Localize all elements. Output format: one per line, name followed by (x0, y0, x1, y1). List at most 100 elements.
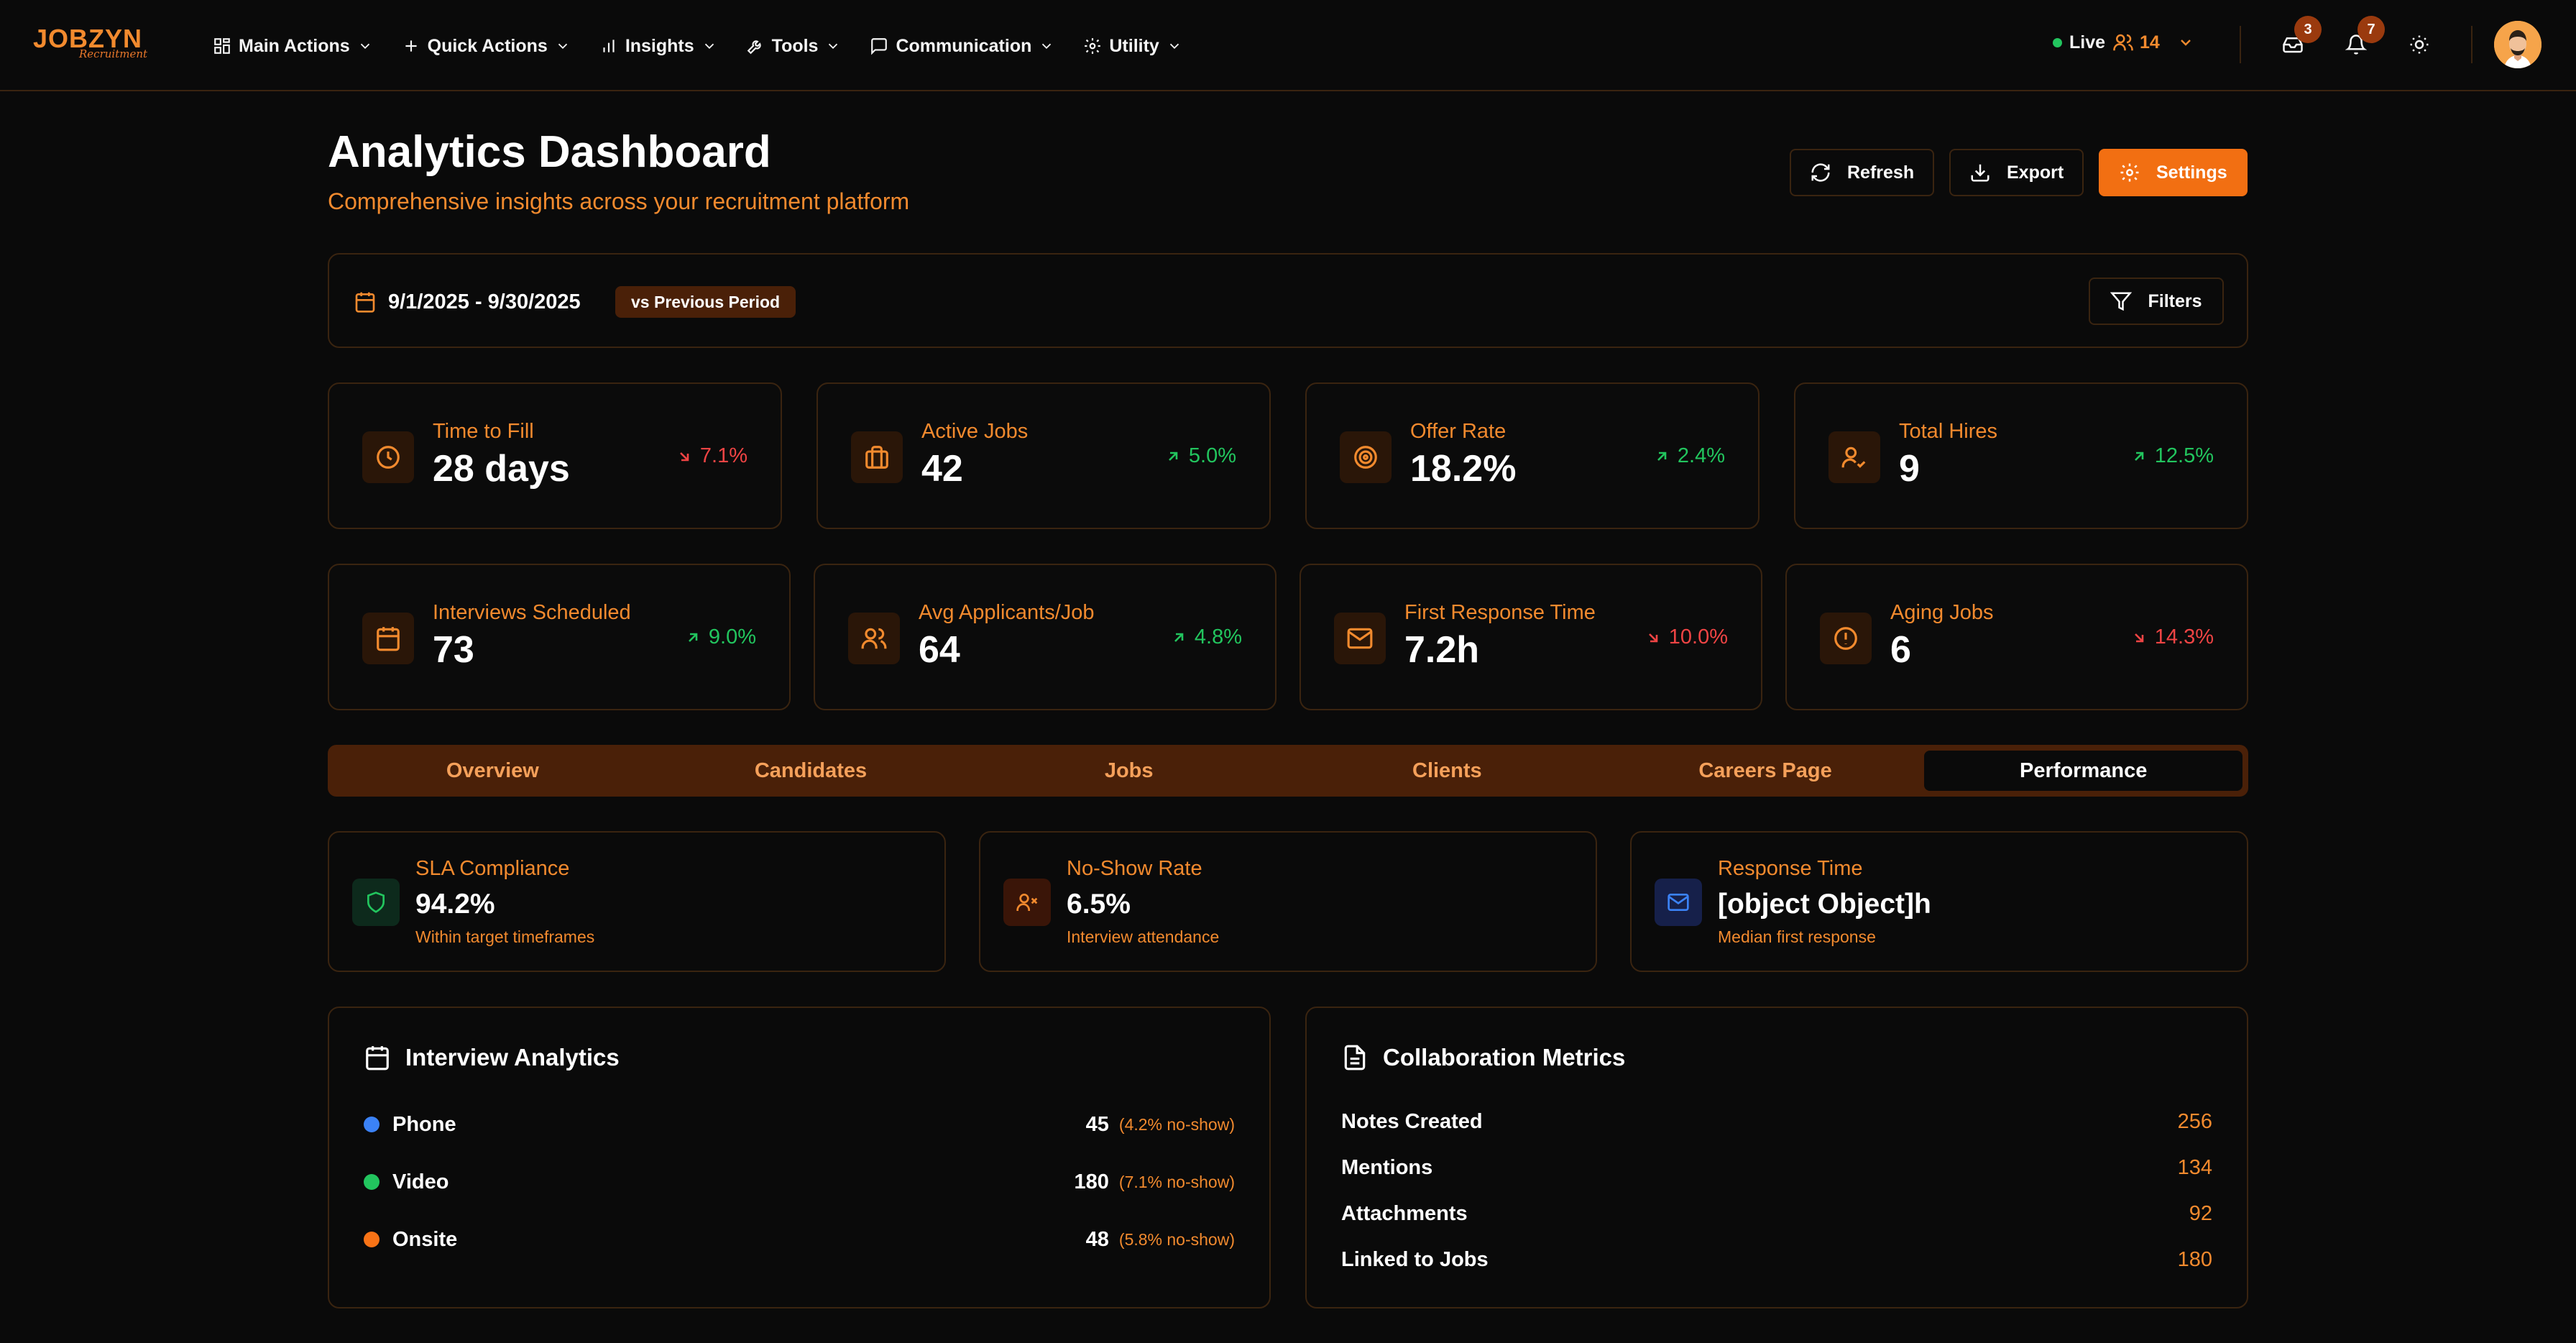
inbox-button[interactable]: 3 (2278, 16, 2322, 59)
brand-tagline: Recruitment (79, 47, 148, 60)
live-status[interactable]: Live 14 (2053, 32, 2194, 53)
kpi-change: 5.0% (1164, 444, 1236, 468)
perf-value: [object Object]h (1718, 889, 1931, 920)
kpi-value: 7.2h (1404, 629, 1480, 671)
kpi-label: Interviews Scheduled (433, 601, 631, 624)
list-item: Video 180 (7.1% no-show) (364, 1168, 1235, 1196)
filters-button[interactable]: Filters (2089, 278, 2224, 325)
metric-name: Linked to Jobs (1341, 1247, 1489, 1271)
chevron-down-icon (829, 43, 838, 50)
nav-utility[interactable]: Utility (1069, 29, 1196, 63)
collaboration-metrics-panel: Collaboration Metrics Notes Created 256 … (1305, 1007, 2248, 1308)
compare-period-badge[interactable]: vs Previous Period (615, 286, 796, 318)
kpi-label: Active Jobs (921, 420, 1029, 443)
briefcase-icon (851, 431, 903, 483)
kpi-change-value: 2.4% (1677, 444, 1725, 467)
metric-value: 134 (2177, 1155, 2212, 1179)
kpi-change: 12.5% (2130, 444, 2214, 468)
refresh-button[interactable]: Refresh (1790, 149, 1935, 196)
arrow-up-right-icon (2134, 452, 2144, 461)
avatar-portrait-icon (2494, 21, 2542, 68)
arrow-down-right-icon (2134, 633, 2144, 642)
chevron-down-icon (2180, 40, 2191, 46)
interview-count: 180 (1074, 1170, 1109, 1193)
page-title: Analytics Dashboard (328, 127, 771, 177)
no-show-note: (4.2% no-show) (1118, 1114, 1235, 1134)
tab-candidates[interactable]: Candidates (652, 751, 970, 791)
kpi-card-aging-jobs: Aging Jobs 6 14.3% (1785, 564, 2248, 710)
theme-toggle-button[interactable] (2405, 30, 2434, 59)
nav-quick-actions[interactable]: Quick Actions (387, 29, 585, 63)
tab-overview[interactable]: Overview (334, 751, 652, 791)
alert-circle-icon (1820, 613, 1872, 664)
date-range-card: 9/1/2025 - 9/30/2025 vs Previous Period … (328, 253, 2248, 348)
settings-button[interactable]: Settings (2099, 149, 2248, 196)
chevron-down-icon (1042, 43, 1052, 50)
nav-label: Utility (1109, 35, 1159, 56)
kpi-card-active-jobs: Active Jobs 42 5.0% (816, 382, 1271, 529)
kpi-change-value: 7.1% (699, 444, 748, 467)
gear-icon (2120, 163, 2139, 182)
list-item: Phone 45 (4.2% no-show) (364, 1110, 1235, 1139)
users-icon (2113, 34, 2133, 51)
filter-icon (2110, 292, 2133, 311)
interview-type: Onsite (392, 1227, 458, 1251)
user-avatar[interactable] (2494, 21, 2542, 68)
top-navigation-bar: JOBZYN Recruitment Main Actions Quick Ac… (0, 0, 2576, 91)
refresh-label: Refresh (1847, 162, 1915, 183)
legend-dot (364, 1232, 380, 1247)
interview-type: Phone (392, 1112, 456, 1136)
tab-careers-page[interactable]: Careers Page (1606, 751, 1925, 791)
interview-count: 45 (1085, 1112, 1109, 1136)
arrow-up-right-icon (1174, 633, 1184, 642)
kpi-label: First Response Time (1404, 601, 1596, 624)
nav-communication[interactable]: Communication (855, 29, 1069, 63)
no-show-note: (7.1% no-show) (1118, 1172, 1235, 1191)
list-item: Mentions 134 (1341, 1153, 2212, 1182)
nav-insights[interactable]: Insights (585, 29, 732, 63)
tab-clients[interactable]: Clients (1288, 751, 1606, 791)
tab-performance[interactable]: Performance (1924, 751, 2243, 791)
panel-title-text: Collaboration Metrics (1383, 1044, 1626, 1071)
calendar-icon (354, 290, 377, 313)
list-item: Onsite 48 (5.8% no-show) (364, 1225, 1235, 1254)
kpi-value: 73 (433, 629, 474, 671)
legend-dot (364, 1117, 380, 1132)
kpi-change: 9.0% (684, 625, 756, 649)
list-item: Linked to Jobs 180 (1341, 1245, 2212, 1274)
kpi-change-value: 14.3% (2154, 625, 2214, 648)
notifications-button[interactable]: 7 (2342, 16, 2385, 59)
kpi-change: 14.3% (2130, 625, 2214, 649)
nav-label: Quick Actions (427, 35, 548, 56)
kpi-card-time-to-fill: Time to Fill 28 days 7.1% (328, 382, 782, 529)
gear-icon (1085, 38, 1101, 54)
kpi-label: Total Hires (1899, 420, 1997, 443)
perf-label: No-Show Rate (1067, 857, 1202, 880)
chevron-down-icon (1169, 43, 1179, 50)
kpi-change-value: 9.0% (708, 625, 756, 648)
tab-jobs[interactable]: Jobs (970, 751, 1288, 791)
metric-value: 180 (2177, 1247, 2212, 1271)
document-icon (1344, 1045, 1366, 1071)
perf-card-sla-compliance: SLA Compliance 94.2% Within target timef… (328, 831, 946, 972)
refresh-icon (1811, 163, 1830, 182)
kpi-value: 9 (1899, 448, 1920, 490)
kpi-label: Avg Applicants/Job (919, 601, 1095, 624)
list-item: Attachments 92 (1341, 1199, 2212, 1228)
perf-subtext: Within target timeframes (415, 927, 595, 946)
chevron-down-icon (704, 43, 714, 50)
nav-main-actions[interactable]: Main Actions (198, 29, 387, 63)
sun-icon (2410, 35, 2429, 54)
brand-logo[interactable]: JOBZYN Recruitment (33, 26, 147, 61)
live-label: Live (2069, 32, 2106, 52)
export-button[interactable]: Export (1949, 149, 2084, 196)
chevron-down-icon (360, 43, 369, 50)
date-range-picker[interactable]: 9/1/2025 - 9/30/2025 (388, 290, 581, 314)
interview-count: 48 (1085, 1227, 1109, 1251)
kpi-card-total-hires: Total Hires 9 12.5% (1794, 382, 2248, 529)
panel-title: Interview Analytics (364, 1044, 620, 1071)
calendar-icon (366, 1046, 389, 1071)
settings-label: Settings (2156, 162, 2227, 183)
nav-tools[interactable]: Tools (732, 29, 856, 63)
metric-value: 92 (2189, 1201, 2212, 1225)
